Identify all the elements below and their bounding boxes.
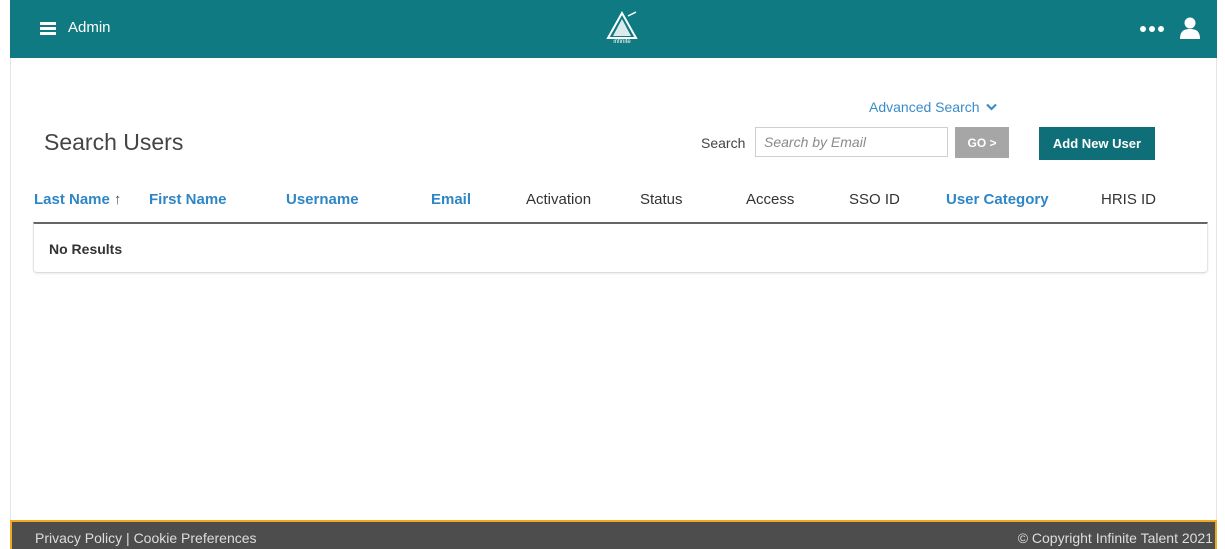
- sort-ascending-icon: ↑: [113, 191, 122, 208]
- copyright-text: © Copyright Infinite Talent 2021: [1017, 530, 1213, 546]
- chevron-down-icon: [985, 103, 997, 111]
- advanced-search-label: Advanced Search: [869, 99, 980, 115]
- column-header-status: Status: [640, 191, 683, 208]
- infinite-logo[interactable]: infinite: [602, 10, 642, 50]
- column-label: Last Name: [34, 191, 110, 208]
- column-header-username[interactable]: Username: [286, 191, 359, 208]
- column-header-email[interactable]: Email: [431, 191, 471, 208]
- empty-results-message: No Results: [49, 241, 123, 257]
- top-navigation-bar: Admin infinite: [10, 0, 1217, 58]
- more-options-icon[interactable]: [1140, 26, 1164, 32]
- footer-links: Privacy Policy | Cookie Preferences: [35, 530, 257, 546]
- column-header-access: Access: [746, 191, 795, 208]
- frame-border-left: [10, 58, 11, 520]
- column-header-last-name[interactable]: Last Name ↑: [34, 191, 121, 208]
- column-header-activation: Activation: [526, 191, 592, 208]
- go-button[interactable]: GO >: [955, 127, 1009, 158]
- page-title: Search Users: [44, 129, 184, 155]
- footer: Privacy Policy | Cookie Preferences © Co…: [10, 520, 1217, 549]
- column-header-hris-id: HRIS ID: [1101, 191, 1157, 208]
- add-new-user-button[interactable]: Add New User: [1039, 127, 1155, 160]
- cookie-preferences-link[interactable]: Cookie Preferences: [134, 530, 257, 546]
- user-profile-icon[interactable]: [1179, 16, 1201, 40]
- search-label: Search: [701, 135, 746, 151]
- advanced-search-toggle[interactable]: Advanced Search: [869, 99, 997, 115]
- menu-icon[interactable]: [40, 22, 56, 35]
- column-header-user-category[interactable]: User Category: [946, 191, 1049, 208]
- column-header-first-name[interactable]: First Name: [149, 191, 227, 208]
- results-table-body: No Results: [33, 222, 1208, 273]
- frame-border-right: [1216, 58, 1217, 520]
- privacy-policy-link[interactable]: Privacy Policy: [35, 530, 122, 546]
- logo-mark-icon: [606, 10, 638, 39]
- logo-text: infinite: [613, 39, 631, 45]
- column-header-sso-id: SSO ID: [849, 191, 900, 208]
- app-name: Admin: [68, 19, 111, 36]
- search-input[interactable]: [755, 127, 948, 157]
- footer-separator: |: [126, 530, 130, 546]
